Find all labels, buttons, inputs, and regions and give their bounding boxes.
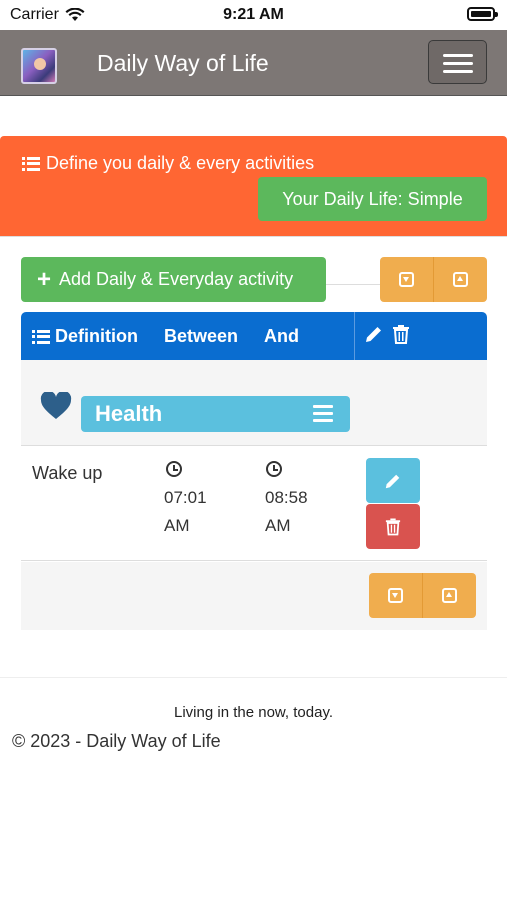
divider <box>326 284 380 285</box>
category-pill[interactable]: Health <box>81 396 350 432</box>
app-logo[interactable] <box>21 48 57 84</box>
edit-activity-button[interactable] <box>366 458 420 503</box>
hamburger-menu-button[interactable] <box>428 40 487 84</box>
between-time-ampm: AM <box>164 516 190 535</box>
column-and: And <box>264 326 299 346</box>
caret-square-up-icon <box>442 588 457 603</box>
banner-title-text: Define you daily & every activities <box>46 153 315 173</box>
table-row: Wake up 07:01 AM 08:58 AM <box>21 447 487 561</box>
clock-icon <box>266 461 282 477</box>
footer-copyright: © 2023 - Daily Way of Life <box>12 731 221 751</box>
caret-square-down-icon <box>388 588 403 603</box>
column-definition: Definition <box>32 326 138 347</box>
list-icon <box>32 329 50 344</box>
and-time-value: 08:58 <box>265 488 308 507</box>
and-time-ampm: AM <box>265 516 291 535</box>
status-bar: Carrier 9:21 AM <box>0 0 507 30</box>
list-icon <box>22 156 40 171</box>
column-definition-label: Definition <box>55 326 138 346</box>
and-time: 08:58 AM <box>265 484 308 540</box>
clock-time: 9:21 AM <box>223 6 284 23</box>
pencil-icon <box>366 327 381 342</box>
footer-divider <box>0 677 507 678</box>
column-actions <box>364 324 410 344</box>
category-order-buttons <box>380 257 487 302</box>
navbar: Daily Way of Life <box>0 30 507 96</box>
footer-tagline: Living in the now, today. <box>174 704 333 721</box>
delete-activity-button[interactable] <box>366 504 420 549</box>
category-row: Health <box>21 360 487 446</box>
battery-icon <box>467 7 498 21</box>
heart-icon <box>40 392 72 419</box>
category-name: Health <box>95 401 163 426</box>
activity-name: Wake up <box>32 463 103 483</box>
clock-icon <box>166 461 182 477</box>
row-order-buttons <box>369 573 476 618</box>
column-between: Between <box>164 326 239 346</box>
bars-icon[interactable] <box>313 405 333 426</box>
table-header: Definition Between And <box>21 312 487 360</box>
banner-title: Define you daily & every activities <box>22 153 314 174</box>
divider <box>0 236 507 237</box>
table-footer-row <box>21 562 487 630</box>
add-activity-button[interactable]: + Add Daily & Everyday activity <box>21 257 326 302</box>
between-time: 07:01 AM <box>164 484 207 540</box>
divider <box>354 312 355 360</box>
trash-icon <box>393 325 409 344</box>
move-up-button[interactable] <box>423 573 476 618</box>
move-up-button[interactable] <box>434 257 487 302</box>
add-activity-label: Add Daily & Everyday activity <box>59 269 294 289</box>
move-down-button[interactable] <box>380 257 434 302</box>
header-banner: Define you daily & every activities Your… <box>0 136 507 236</box>
pencil-icon <box>385 474 400 488</box>
between-time-value: 07:01 <box>164 488 207 507</box>
caret-square-up-icon <box>453 272 468 287</box>
plus-icon: + <box>37 265 52 293</box>
daily-life-style-button[interactable]: Your Daily Life: Simple <box>258 177 487 221</box>
caret-square-down-icon <box>399 272 414 287</box>
trash-icon <box>385 518 401 536</box>
move-down-button[interactable] <box>369 573 423 618</box>
brand-title[interactable]: Daily Way of Life <box>97 50 269 77</box>
hamburger-icon <box>443 54 473 57</box>
